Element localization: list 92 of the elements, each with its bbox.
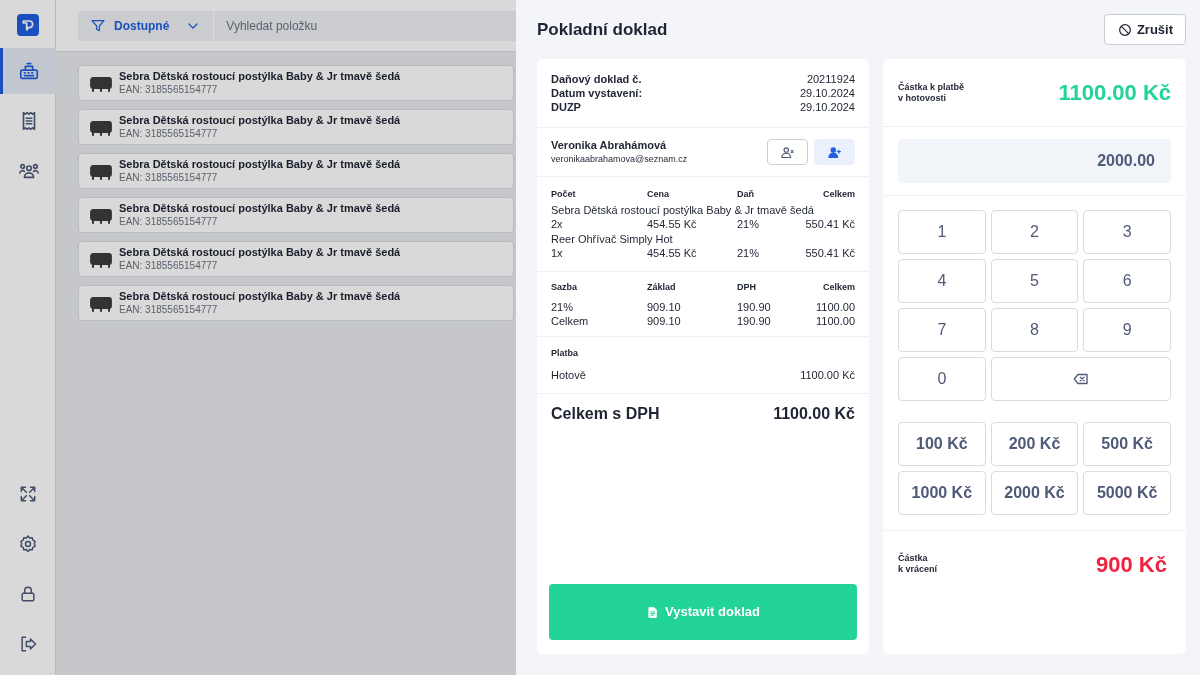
product-ean: EAN: 3185565154777 xyxy=(119,215,219,228)
amount-field[interactable]: 2000.00 xyxy=(898,139,1171,183)
quick-amount-button[interactable]: 500 Kč xyxy=(1083,422,1171,466)
table-cell-text: 454.55 Kč xyxy=(647,246,698,260)
product-card[interactable]: Sebra Dětská rostoucí postýlka Baby & Jr tmavě šedá EAN: 3185565154777 xyxy=(78,65,514,101)
table-cell-text: 190.90 xyxy=(737,314,772,328)
keypad-key[interactable]: 9 xyxy=(1083,308,1171,352)
item-name: Reer Ohřívač Simply Hot xyxy=(551,232,674,246)
product-ean: EAN: 3185565154777 xyxy=(119,171,219,184)
due-amount: 1100.00 Kč xyxy=(1058,79,1171,107)
quick-amount-button[interactable]: 200 Kč xyxy=(990,422,1079,466)
keypad-key[interactable]: 1 xyxy=(898,210,986,254)
change-label: Částka k vrácení xyxy=(898,553,938,575)
product-ean: EAN: 3185565154777 xyxy=(119,303,219,316)
table-cell-text: 550.41 Kč xyxy=(804,246,855,260)
column-header: DPH xyxy=(737,281,757,294)
filter-dropdown[interactable]: Dostupné xyxy=(78,10,215,41)
keypad-key[interactable]: 3 xyxy=(1083,210,1171,254)
table-cell-text: 21% xyxy=(737,217,761,231)
dialog-title: Pokladní doklad xyxy=(537,18,668,41)
product-ean: EAN: 3185565154777 xyxy=(119,83,219,96)
product-name: Sebra Dětská rostoucí postýlka Baby & Jr tmavě šedá xyxy=(119,114,401,127)
column-header: Počet xyxy=(551,188,577,201)
cancel-icon xyxy=(1116,21,1133,38)
product-ean: EAN: 3185565154777 xyxy=(119,259,219,272)
column-header: Celkem xyxy=(821,188,855,201)
product-name: Sebra Dětská rostoucí postýlka Baby & Jr tmavě šedá xyxy=(119,70,401,83)
product-card[interactable]: Sebra Dětská rostoucí postýlka Baby & Jr tmavě šedá EAN: 3185565154777 xyxy=(78,241,514,277)
product-name: Sebra Dětská rostoucí postýlka Baby & Jr tmavě šedá xyxy=(119,202,401,215)
payment-method: Hotově xyxy=(551,367,586,383)
keypad-key[interactable]: 7 xyxy=(898,308,986,352)
table-cell-text: Celkem xyxy=(551,314,590,328)
receipt-field-label: DUZP xyxy=(551,100,581,114)
product-name: Sebra Dětská rostoucí postýlka Baby & Jr tmavě šedá xyxy=(119,158,401,171)
product-ean: EAN: 3185565154777 xyxy=(119,127,219,140)
table-cell-text: 1100.00 xyxy=(815,300,855,314)
column-header: Celkem xyxy=(821,281,855,294)
receipt-field-value: 29.10.2024 xyxy=(799,86,855,100)
table-cell-text: 21% xyxy=(551,300,575,314)
table-cell-text: 190.90 xyxy=(737,300,772,314)
table-cell-text: 909.10 xyxy=(647,300,682,314)
column-header: Daň xyxy=(737,188,755,201)
payment-title: Platba xyxy=(551,347,579,360)
column-header: Základ xyxy=(647,281,677,294)
settings-icon xyxy=(17,534,38,554)
quick-amount-button[interactable]: 5000 Kč xyxy=(1083,471,1171,515)
product-name: Sebra Dětská rostoucí postýlka Baby & Jr tmavě šedá xyxy=(119,246,401,259)
user-remove-icon xyxy=(780,144,795,160)
total-value: 1100.00 Kč xyxy=(773,404,855,424)
receipt-field-label: Daňový doklad č. xyxy=(551,72,642,86)
receipt-field-value: 20211924 xyxy=(806,72,855,86)
sidebar-nav-item[interactable] xyxy=(0,48,56,94)
keypad-key[interactable]: 0 xyxy=(898,357,986,401)
keypad-key[interactable]: 5 xyxy=(990,259,1079,303)
payment-amount: 1100.00 Kč xyxy=(800,367,855,383)
due-label: Částka k platbě v hotovosti xyxy=(898,81,965,104)
product-card[interactable]: Sebra Dětská rostoucí postýlka Baby & Jr tmavě šedá EAN: 3185565154777 xyxy=(78,109,514,145)
product-card[interactable]: Sebra Dětská rostoucí postýlka Baby & Jr tmavě šedá EAN: 3185565154777 xyxy=(78,153,514,189)
table-cell-text: 550.41 Kč xyxy=(804,217,855,231)
quick-amount-button[interactable]: 100 Kč xyxy=(898,422,986,466)
quick-amount-button[interactable]: 1000 Kč xyxy=(898,471,986,515)
product-name: Sebra Dětská rostoucí postýlka Baby & Jr tmavě šedá xyxy=(119,290,401,303)
item-name: Sebra Dětská rostoucí postýlka Baby & Jr tmavě šedá xyxy=(551,203,815,217)
table-cell-text: 2x xyxy=(551,217,564,231)
change-amount: 900 Kč xyxy=(1096,550,1167,579)
table-cell-text: 1100.00 xyxy=(815,314,855,328)
cash-register-icon xyxy=(18,60,40,82)
receipt-field-label: Datum vystavení: xyxy=(551,86,643,100)
table-cell-text: 454.55 Kč xyxy=(647,217,698,231)
cancel-button[interactable]: Zrušit xyxy=(1103,14,1186,45)
filter-icon xyxy=(90,17,106,34)
keypad-key[interactable]: 4 xyxy=(898,259,986,303)
quick-amount-button[interactable]: 2000 Kč xyxy=(990,471,1079,515)
keypad-key[interactable]: 6 xyxy=(1083,259,1171,303)
table-cell-text: 1x xyxy=(551,246,564,260)
total-label: Celkem s DPH xyxy=(551,404,660,424)
customer-email: veronikaabrahamova@seznam.cz xyxy=(551,153,689,166)
document-icon xyxy=(646,605,660,619)
column-header: Cena xyxy=(647,188,670,201)
receipt-field-value: 29.10.2024 xyxy=(799,100,855,114)
product-card[interactable]: Sebra Dětská rostoucí postýlka Baby & Jr tmavě šedá EAN: 3185565154777 xyxy=(78,197,514,233)
table-cell-text: 21% xyxy=(737,246,761,260)
customer-name: Veronika Abrahámová xyxy=(551,138,668,152)
logo-icon xyxy=(16,14,39,36)
add-customer-button[interactable] xyxy=(814,139,855,165)
keypad-key[interactable]: 2 xyxy=(990,210,1079,254)
table-cell-text: 909.10 xyxy=(647,314,682,328)
product-card[interactable]: Sebra Dětská rostoucí postýlka Baby & Jr tmavě šedá EAN: 3185565154777 xyxy=(78,285,514,321)
remove-customer-button[interactable] xyxy=(767,139,808,165)
user-add-icon xyxy=(827,144,842,160)
column-header: Sazba xyxy=(551,281,578,294)
keypad-key[interactable]: 8 xyxy=(990,308,1079,352)
